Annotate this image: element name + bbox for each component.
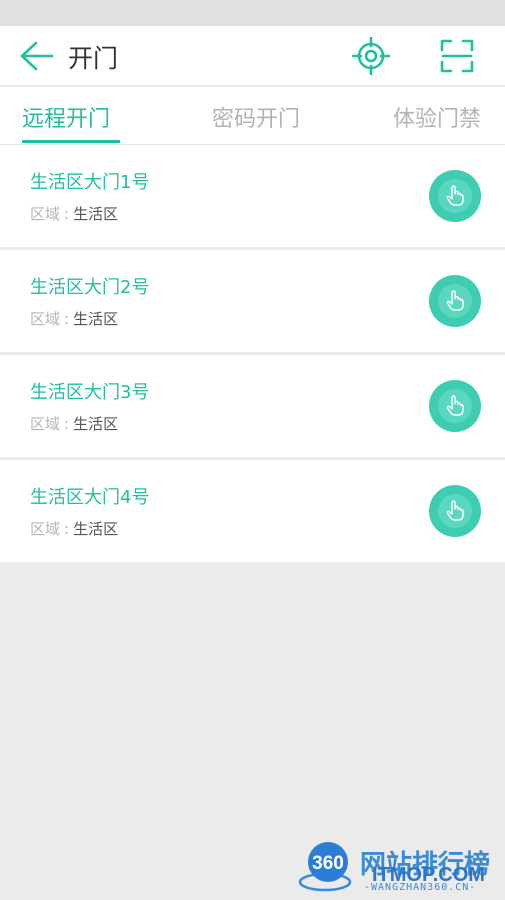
open-door-button[interactable] xyxy=(429,170,481,222)
page-title: 开门 xyxy=(68,44,119,73)
watermark-subtext: -WANGZHAN360.CN- xyxy=(364,882,477,893)
area-label: 区域 xyxy=(30,205,61,223)
door-list-item[interactable]: 生活区大门3号 区域: 生活区 xyxy=(0,355,505,457)
tab-trial-access[interactable]: 体验门禁 xyxy=(393,101,481,133)
area-label: 区域 xyxy=(30,310,61,328)
status-bar xyxy=(0,0,505,26)
door-list-item[interactable]: 生活区大门4号 区域: 生活区 xyxy=(0,460,505,562)
area-label: 区域 xyxy=(30,415,61,433)
locate-button[interactable] xyxy=(351,36,391,76)
door-area: 区域: 生活区 xyxy=(30,203,118,224)
door-name: 生活区大门1号 xyxy=(30,172,150,193)
app-header: 开门 xyxy=(0,26,505,86)
tap-finger-icon xyxy=(446,290,464,311)
door-name: 生活区大门4号 xyxy=(30,487,150,508)
watermark-logo-text: 360 xyxy=(312,853,344,874)
crosshair-icon xyxy=(351,36,391,76)
arrow-left-icon xyxy=(20,41,54,71)
door-area: 区域: 生活区 xyxy=(30,518,118,539)
area-value: 生活区 xyxy=(73,310,119,328)
area-separator: : xyxy=(64,310,70,328)
area-value: 生活区 xyxy=(73,205,119,223)
watermark: 360 网站排行榜 ITMOP.COM -WANGZHAN360.CN- xyxy=(292,838,502,898)
tap-finger-icon xyxy=(446,395,464,416)
open-door-button[interactable] xyxy=(429,380,481,432)
watermark-logo: 360 xyxy=(298,842,352,892)
area-value: 生活区 xyxy=(73,415,119,433)
door-area: 区域: 生活区 xyxy=(30,413,118,434)
door-list-item[interactable]: 生活区大门1号 区域: 生活区 xyxy=(0,145,505,247)
area-label: 区域 xyxy=(30,520,61,538)
tab-password-open[interactable]: 密码开门 xyxy=(212,101,300,133)
area-value: 生活区 xyxy=(73,520,119,538)
door-area: 区域: 生活区 xyxy=(30,308,118,329)
tab-active-indicator xyxy=(22,140,120,143)
tap-finger-icon xyxy=(446,500,464,521)
tap-finger-icon xyxy=(446,185,464,206)
door-list-item[interactable]: 生活区大门2号 区域: 生活区 xyxy=(0,250,505,352)
tab-remote-open[interactable]: 远程开门 xyxy=(22,101,110,133)
door-list: 生活区大门1号 区域:生活区 生活区大门2号 区域:生活区 生活区大门3号 xyxy=(0,145,505,565)
open-door-button[interactable] xyxy=(429,485,481,537)
door-name: 生活区大门3号 xyxy=(30,382,150,403)
scan-frame-icon xyxy=(440,39,474,73)
open-door-button[interactable] xyxy=(429,275,481,327)
scan-button[interactable] xyxy=(439,38,475,74)
area-separator: : xyxy=(64,520,70,538)
back-button[interactable] xyxy=(16,40,56,72)
area-separator: : xyxy=(64,415,70,433)
tab-bar: 远程开门 密码开门 体验门禁 xyxy=(0,87,505,145)
door-name: 生活区大门2号 xyxy=(30,277,150,298)
area-separator: : xyxy=(64,205,70,223)
